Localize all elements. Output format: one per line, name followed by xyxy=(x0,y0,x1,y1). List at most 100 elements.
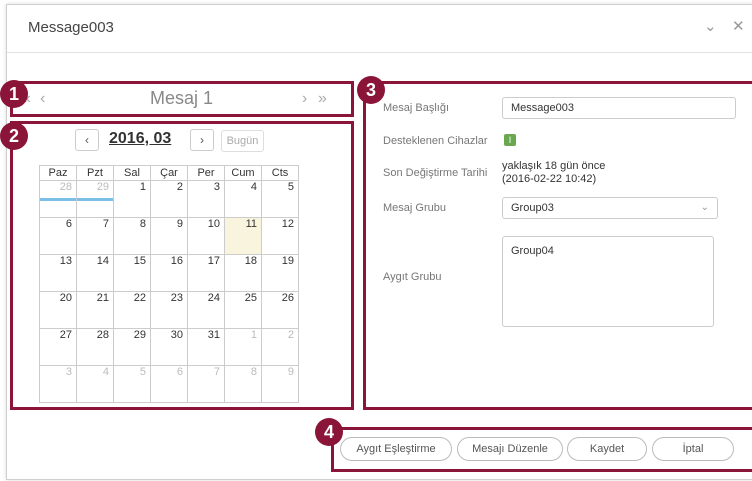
dialog-title: Message003 xyxy=(28,19,114,36)
day-number: 30 xyxy=(170,329,183,341)
calendar-prev-button[interactable]: ‹ xyxy=(75,129,99,151)
calendar-day[interactable]: 30 xyxy=(150,328,188,366)
calendar-day[interactable]: 13 xyxy=(39,254,77,292)
calendar-day[interactable]: 6 xyxy=(39,217,77,255)
calendar-day[interactable]: 31 xyxy=(187,328,225,366)
calendar-day[interactable]: 12 xyxy=(261,217,299,255)
calendar-day[interactable]: 25 xyxy=(224,291,262,329)
calendar-day[interactable]: 17 xyxy=(187,254,225,292)
close-icon[interactable]: ✕ xyxy=(732,17,745,35)
collapse-icon[interactable]: ⌄ xyxy=(704,17,717,35)
day-number: 6 xyxy=(65,218,72,230)
device-group-field[interactable]: Group04 xyxy=(502,236,714,327)
modified-date: (2016-02-22 10:42) xyxy=(502,173,597,185)
day-number: 31 xyxy=(207,329,220,341)
day-number: 20 xyxy=(59,292,72,304)
calendar-day[interactable]: 28 xyxy=(76,328,114,366)
day-number: 6 xyxy=(176,366,183,378)
weekday-label: Pzt xyxy=(76,165,114,181)
calendar-day[interactable]: 1 xyxy=(224,328,262,366)
calendar-day[interactable]: 19 xyxy=(261,254,299,292)
day-number: 9 xyxy=(287,366,294,378)
calendar-day[interactable]: 9 xyxy=(150,217,188,255)
callout-badge-3: 3 xyxy=(357,76,385,104)
pair-device-button[interactable]: Aygıt Eşleştirme xyxy=(340,437,452,461)
calendar-day[interactable]: 21 xyxy=(76,291,114,329)
edit-message-button[interactable]: Mesajı Düzenle xyxy=(457,437,563,461)
event-bar[interactable] xyxy=(77,198,113,201)
calendar-day[interactable]: 7 xyxy=(76,217,114,255)
calendar-day[interactable]: 2 xyxy=(150,180,188,218)
today-button[interactable]: Bugün xyxy=(221,130,264,152)
chevron-down-icon: ⌄ xyxy=(700,202,709,213)
calendar-day[interactable]: 14 xyxy=(76,254,114,292)
calendar-day[interactable]: 8 xyxy=(224,365,262,403)
modified-label: Son Değiştirme Tarihi xyxy=(383,167,488,179)
calendar-day-today[interactable]: 11 xyxy=(224,217,262,255)
calendar-next-button[interactable]: › xyxy=(190,129,214,151)
message-title-input[interactable]: Message003 xyxy=(502,97,736,119)
calendar-week-row: 28 29 1 2 3 4 5 xyxy=(39,180,299,218)
last-message-icon[interactable]: » xyxy=(318,90,327,108)
calendar-day[interactable]: 4 xyxy=(224,180,262,218)
day-number: 1 xyxy=(250,329,257,341)
day-number: 18 xyxy=(244,255,257,267)
calendar-day[interactable]: 7 xyxy=(187,365,225,403)
day-number: 8 xyxy=(250,366,257,378)
event-bar[interactable] xyxy=(40,198,76,201)
day-number: 28 xyxy=(59,181,72,193)
weekday-label: Çar xyxy=(150,165,188,181)
calendar-day[interactable]: 24 xyxy=(187,291,225,329)
day-number: 29 xyxy=(96,181,109,193)
day-number: 22 xyxy=(133,292,146,304)
weekday-label: Paz xyxy=(39,165,77,181)
next-message-icon[interactable]: › xyxy=(302,90,307,108)
calendar-day[interactable]: 3 xyxy=(187,180,225,218)
weekday-label: Cts xyxy=(261,165,299,181)
message-group-label: Mesaj Grubu xyxy=(383,202,446,214)
modified-value: yaklaşık 18 gün önce (2016-02-22 10:42) xyxy=(502,160,605,186)
calendar-day[interactable]: 6 xyxy=(150,365,188,403)
calendar-grid: Paz Pzt Sal Çar Per Cum Cts 28 29 1 2 3 … xyxy=(39,165,299,403)
calendar-day[interactable]: 3 xyxy=(39,365,77,403)
calendar-day[interactable]: 22 xyxy=(113,291,151,329)
calendar-day[interactable]: 9 xyxy=(261,365,299,403)
calendar-week-row: 13 14 15 16 17 18 19 xyxy=(39,254,299,292)
calendar-day[interactable]: 18 xyxy=(224,254,262,292)
calendar-day[interactable]: 5 xyxy=(261,180,299,218)
save-button[interactable]: Kaydet xyxy=(567,437,647,461)
message-navigator: « ‹ Mesaj 1 › » xyxy=(10,81,353,117)
calendar-month-label[interactable]: 2016, 03 xyxy=(109,130,171,148)
day-number: 19 xyxy=(281,255,294,267)
calendar-day[interactable]: 28 xyxy=(39,180,77,218)
calendar-day[interactable]: 26 xyxy=(261,291,299,329)
calendar-week-row: 3 4 5 6 7 8 9 xyxy=(39,365,299,403)
calendar-day[interactable]: 10 xyxy=(187,217,225,255)
weekday-label: Cum xyxy=(224,165,262,181)
title-label: Mesaj Başlığı xyxy=(383,102,450,114)
day-number: 24 xyxy=(207,292,220,304)
day-number: 5 xyxy=(139,366,146,378)
calendar-day[interactable]: 23 xyxy=(150,291,188,329)
cancel-button[interactable]: İptal xyxy=(652,437,734,461)
day-number: 11 xyxy=(245,218,257,230)
weekday-label: Sal xyxy=(113,165,151,181)
day-number: 21 xyxy=(96,292,109,304)
calendar-day[interactable]: 27 xyxy=(39,328,77,366)
weekday-label: Per xyxy=(187,165,225,181)
calendar-day[interactable]: 20 xyxy=(39,291,77,329)
day-number: 2 xyxy=(287,329,294,341)
calendar-day[interactable]: 16 xyxy=(150,254,188,292)
calendar-day[interactable]: 29 xyxy=(113,328,151,366)
message-group-select[interactable]: Group03 ⌄ xyxy=(502,197,718,219)
device-group-label: Aygıt Grubu xyxy=(383,271,442,283)
calendar-day[interactable]: 29 xyxy=(76,180,114,218)
calendar-day[interactable]: 2 xyxy=(261,328,299,366)
calendar-day[interactable]: 5 xyxy=(113,365,151,403)
calendar-day[interactable]: 8 xyxy=(113,217,151,255)
devices-label: Desteklenen Cihazlar xyxy=(383,135,488,147)
calendar-day[interactable]: 15 xyxy=(113,254,151,292)
modified-relative: yaklaşık 18 gün önce xyxy=(502,160,606,172)
calendar-day[interactable]: 4 xyxy=(76,365,114,403)
calendar-day[interactable]: 1 xyxy=(113,180,151,218)
